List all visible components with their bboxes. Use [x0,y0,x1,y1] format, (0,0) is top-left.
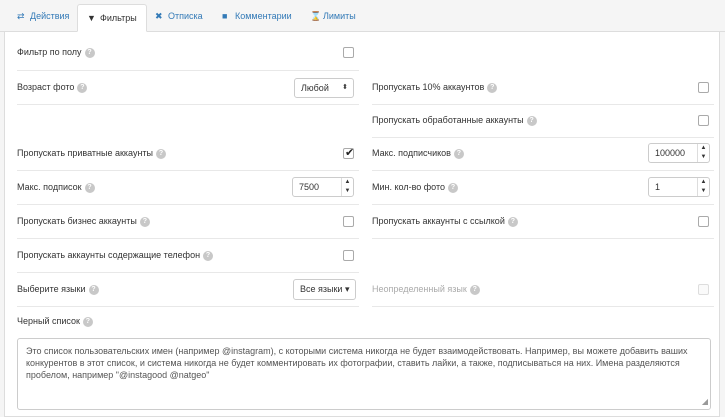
skip-with-link-checkbox[interactable] [698,216,709,227]
undefined-language-checkbox [698,284,709,295]
skip-business-label: Пропускать бизнес аккаунты? [17,205,150,238]
skip-processed-row: Пропускать обработанные аккаунты? [372,104,714,137]
skip-10pct-label: Пропускать 10% аккаунтов? [372,71,498,104]
filter-icon: ▼ [87,13,96,23]
photo-age-row: Возраст фото? Любой ⬍ [17,71,359,104]
tab-label: Комментарии [235,11,292,21]
help-icon[interactable]: ? [88,284,99,295]
help-icon[interactable]: ? [139,216,150,227]
spin-down-icon[interactable]: ▼ [698,153,709,162]
blacklist-label: Черный список? [17,316,93,327]
updown-arrow-icon: ⬍ [342,84,348,91]
tab-limits[interactable]: ⌛ Лимиты [301,3,365,31]
spin-up-icon[interactable]: ▲ [698,144,709,153]
help-icon[interactable]: ? [487,82,498,93]
gender-filter-row: Фильтр по полу? [17,36,359,69]
languages-row: Выберите языки? Все языки ▾ [17,273,359,306]
skip-with-link-label: Пропускать аккаунты с ссылкой? [372,205,518,238]
tab-label: Действия [30,11,70,21]
hourglass-icon: ⌛ [310,11,322,21]
tab-actions[interactable]: ⇄ Действия [8,3,78,31]
undefined-language-row: Неопределенный язык? [372,273,714,306]
min-photos-value: 1 [655,182,661,192]
resize-grip-icon[interactable]: ◢ [702,396,708,408]
max-following-label: Макс. подписок? [17,171,95,204]
min-photos-row: Мин. кол-во фото? 1 ▲ ▼ [372,171,714,204]
min-photos-input[interactable]: 1 ▲ ▼ [648,177,710,197]
gender-filter-checkbox[interactable] [343,47,354,58]
help-icon[interactable]: ? [84,47,95,58]
tab-comments[interactable]: ■ Комментарии [213,3,301,31]
help-icon[interactable]: ? [453,148,464,159]
help-icon[interactable]: ? [84,182,95,193]
languages-label: Выберите языки? [17,273,99,306]
skip-business-row: Пропускать бизнес аккаунты? [17,205,359,238]
skip-with-link-row: Пропускать аккаунты с ссылкой? [372,205,714,238]
skip-private-checkbox[interactable]: ✔ [343,147,355,159]
photo-age-label: Возраст фото? [17,71,88,104]
help-icon[interactable]: ? [469,284,480,295]
tab-filters[interactable]: ▼ Фильтры [77,4,147,32]
languages-dropdown[interactable]: Все языки ▾ [293,279,357,300]
skip-10pct-checkbox[interactable] [698,82,709,93]
gender-filter-label: Фильтр по полу? [17,36,95,69]
exchange-icon: ⇄ [17,11,25,21]
skip-phone-checkbox[interactable] [343,250,354,261]
spinner[interactable]: ▲ ▼ [697,178,709,196]
min-photos-label: Мин. кол-во фото? [372,171,459,204]
max-following-value: 7500 [299,182,320,192]
skip-business-checkbox[interactable] [343,216,354,227]
max-followers-input[interactable]: 100000 ▲ ▼ [648,143,710,163]
help-icon[interactable]: ? [526,115,537,126]
spinner[interactable]: ▲ ▼ [697,144,709,162]
spin-down-icon[interactable]: ▼ [698,187,709,196]
tab-label: Отписка [168,11,203,21]
tab-label: Лимиты [323,11,356,21]
user-remove-icon: ✖ [155,11,163,21]
undefined-language-label: Неопределенный язык? [372,273,480,306]
divider [17,104,359,105]
max-followers-row: Макс. подписчиков? 100000 ▲ ▼ [372,137,714,170]
photo-age-select[interactable]: Любой ⬍ [294,78,354,98]
spin-down-icon[interactable]: ▼ [342,187,353,196]
skip-processed-label: Пропускать обработанные аккаунты? [372,104,537,137]
spin-up-icon[interactable]: ▲ [342,178,353,187]
max-following-input[interactable]: 7500 ▲ ▼ [292,177,354,197]
tab-unfollow[interactable]: ✖ Отписка [146,3,212,31]
help-icon[interactable]: ? [156,148,167,159]
skip-phone-label: Пропускать аккаунты содержащие телефон? [17,239,214,272]
max-following-row: Макс. подписок? 7500 ▲ ▼ [17,171,359,204]
divider [372,306,714,307]
max-followers-label: Макс. подписчиков? [372,137,464,170]
skip-private-label: Пропускать приватные аккаунты? [17,137,167,170]
spinner[interactable]: ▲ ▼ [341,178,353,196]
help-icon[interactable]: ? [82,316,93,327]
tab-bar: ⇄ Действия ▼ Фильтры ✖ Отписка ■ Комментарии… [0,0,725,32]
help-icon[interactable]: ? [507,216,518,227]
filters-panel: Фильтр по полу? Возраст фото? Любой ⬍ Пр… [4,32,720,417]
skip-private-row: Пропускать приватные аккаунты? ✔ [17,137,359,170]
check-icon: ✔ [345,147,355,159]
blacklist-placeholder: Это список пользовательских имен (наприм… [26,346,688,380]
max-followers-value: 100000 [655,148,686,158]
comment-icon: ■ [222,11,228,21]
blacklist-textarea[interactable]: Это список пользовательских имен (наприм… [17,338,711,410]
skip-processed-checkbox[interactable] [698,115,709,126]
help-icon[interactable]: ? [77,82,88,93]
tab-label: Фильтры [100,13,137,23]
divider [372,238,714,239]
skip-10pct-row: Пропускать 10% аккаунтов? [372,71,714,104]
skip-phone-row: Пропускать аккаунты содержащие телефон? [17,239,359,272]
divider [17,306,359,307]
spin-up-icon[interactable]: ▲ [698,178,709,187]
help-icon[interactable]: ? [203,250,214,261]
help-icon[interactable]: ? [448,182,459,193]
photo-age-value: Любой [301,83,329,93]
